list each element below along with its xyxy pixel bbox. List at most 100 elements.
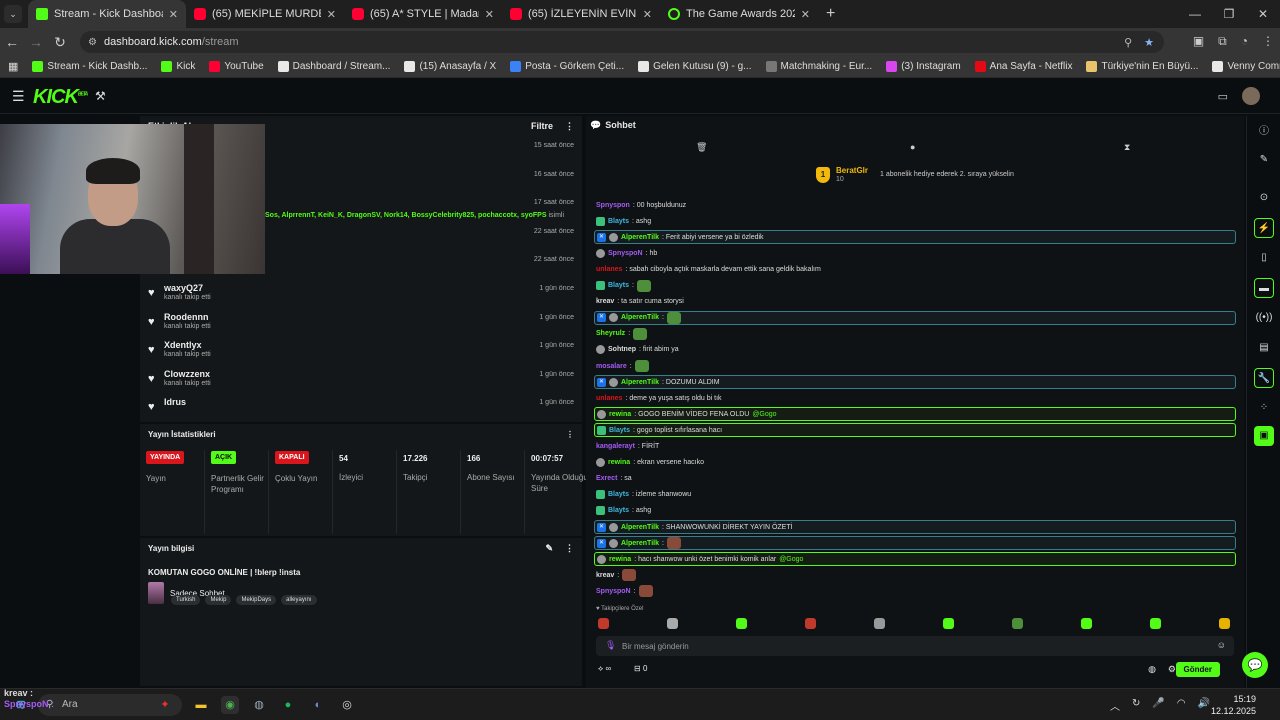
sync-icon[interactable]: ↻ — [1132, 698, 1140, 713]
browser-tab[interactable]: (65) MEKİPLE MURDER KOMİK / ✕ — [186, 0, 344, 28]
menu-icon[interactable]: ☰ — [12, 88, 25, 105]
chat-username[interactable]: AlperenTilk — [621, 540, 659, 547]
volume-icon[interactable]: 🔊 — [1198, 698, 1210, 713]
follower-emote-icon[interactable] — [1081, 618, 1092, 629]
chat-username[interactable]: Blayts — [608, 507, 629, 514]
chat-mention[interactable]: @Gogo — [752, 411, 776, 418]
follower-emote-icon[interactable] — [667, 618, 678, 629]
lightning-icon[interactable]: ⚡ — [1254, 218, 1274, 238]
settings-icon[interactable]: ⚙ — [1168, 664, 1176, 675]
discord-icon[interactable]: ◐ — [309, 696, 327, 714]
activity-username[interactable]: Roodennn — [164, 312, 209, 322]
url-field[interactable]: ⚙ dashboard.kick.com/stream ⚲ ★ — [80, 31, 1164, 53]
tag-chip[interactable]: MekipDays — [236, 595, 277, 605]
chat-username[interactable]: kreav — [596, 572, 614, 579]
extension-icon[interactable]: ▣ — [1193, 34, 1204, 49]
chat-username[interactable]: unlanes — [596, 266, 622, 273]
chat-username[interactable]: Blayts — [609, 427, 630, 434]
maximize-button[interactable]: ❐ — [1212, 0, 1246, 28]
send-button[interactable]: Gönder — [1175, 662, 1220, 677]
tag-chip[interactable]: alleyayını — [281, 595, 317, 605]
chat-input[interactable]: 🎙 Bir mesaj gönderin ☺ — [596, 636, 1234, 656]
chat-rail-icon[interactable]: ▬ — [1254, 278, 1274, 298]
hourglass-icon[interactable]: ⧗ — [1124, 142, 1130, 153]
nodes-icon[interactable]: ⁘ — [1254, 398, 1274, 418]
kick-logo[interactable]: KICKBETA — [33, 86, 88, 109]
chat-fab-button[interactable]: 💬 — [1242, 652, 1268, 678]
tab-close-icon[interactable]: ✕ — [169, 8, 178, 21]
tab-close-icon[interactable]: ✕ — [327, 8, 336, 21]
chat-username[interactable]: AlperenTilk — [621, 379, 659, 386]
activity-username[interactable]: Clowzzenx — [164, 369, 210, 379]
apps-grid-icon[interactable]: ▦ — [8, 60, 18, 73]
forward-button[interactable]: → — [24, 34, 48, 50]
chat-username[interactable]: Exrect — [596, 475, 617, 482]
back-button[interactable]: ← — [0, 34, 24, 50]
chat-username[interactable]: kangalerayt — [596, 443, 635, 450]
chat-username[interactable]: rewina — [609, 556, 631, 563]
bookmark-item[interactable]: (3) Instagram — [886, 61, 961, 72]
new-tab-button[interactable]: + — [826, 5, 835, 23]
chat-username[interactable]: SpnyspoN — [608, 250, 643, 257]
minimize-button[interactable]: — — [1178, 0, 1212, 28]
chat-username[interactable]: Blayts — [608, 491, 629, 498]
bookmark-item[interactable]: Ana Sayfa - Netflix — [974, 61, 1072, 72]
follower-emote-icon[interactable] — [1150, 618, 1161, 629]
layout-icon[interactable]: ▭ — [1218, 90, 1228, 103]
browser-tab[interactable]: Stream - Kick Dashboard ✕ — [28, 0, 186, 28]
chat-bubble-settings-icon[interactable]: ◍ — [1148, 664, 1156, 675]
chat-username[interactable]: Sheyrulz — [596, 330, 625, 337]
tab-close-icon[interactable]: ✕ — [643, 8, 652, 21]
browser-menu-icon[interactable]: ⋮ — [1262, 34, 1274, 49]
filter-button[interactable]: Filtre — [531, 121, 553, 132]
browser-tab[interactable]: (65) A* STYLE | Madara Olduk # ✕ — [344, 0, 502, 28]
bookmark-item[interactable]: Venny Community — [1212, 61, 1280, 72]
chat-username[interactable]: AlperenTilk — [621, 234, 659, 241]
chat-username[interactable]: Blayts — [608, 218, 629, 225]
activity-username[interactable]: waxyQ27 — [164, 283, 203, 293]
chat-username[interactable]: SpnyspoN — [596, 588, 631, 595]
profile-icon[interactable]: ◔ — [1241, 34, 1248, 49]
game-icon[interactable]: ✦ — [156, 696, 174, 714]
phone-icon[interactable]: ▯ — [1254, 248, 1274, 268]
bookmark-star-icon[interactable]: ★ — [1144, 36, 1154, 49]
store-icon[interactable]: ▤ — [1254, 338, 1274, 358]
follower-emote-icon[interactable] — [1219, 618, 1230, 629]
bookmark-item[interactable]: Matchmaking - Eur... — [765, 61, 872, 72]
clock[interactable]: 15:19 12.12.2025 — [1211, 693, 1256, 717]
wifi-icon[interactable]: ◠ — [1177, 698, 1186, 713]
follower-emote-icon[interactable] — [1012, 618, 1023, 629]
activity-more-icon[interactable]: ⋮ — [565, 121, 574, 132]
tag-chip[interactable]: Turkish — [171, 595, 201, 605]
edit-icon[interactable]: ✎ — [545, 543, 553, 554]
activity-username[interactable]: Idrus — [164, 397, 186, 407]
tab-close-icon[interactable]: ✕ — [801, 8, 810, 21]
steam-icon[interactable]: ◍ — [250, 696, 268, 714]
tray-chevron-icon[interactable]: ︿ — [1110, 698, 1120, 713]
tag-chip[interactable]: Mekip — [205, 595, 232, 605]
bookmark-item[interactable]: Türkiye'nin En Büyü... — [1086, 61, 1198, 72]
pencil-icon[interactable]: ✎ — [1254, 150, 1274, 170]
browser-tab[interactable]: (65) İZLEYENİN EVİNE DÖŞEYEN ✕ — [502, 0, 660, 28]
mic-icon[interactable]: 🎙 — [605, 640, 616, 651]
emoji-icon[interactable]: ☺ — [1217, 640, 1226, 650]
tab-close-icon[interactable]: ✕ — [485, 8, 494, 21]
pinned-user[interactable]: BeratGlr — [836, 166, 868, 176]
bookmark-item[interactable]: Stream - Kick Dashb... — [32, 61, 147, 72]
chat-username[interactable]: rewina — [608, 459, 630, 466]
activity-username[interactable]: Xdentlyx — [164, 340, 202, 350]
reload-button[interactable]: ↻ — [48, 34, 72, 51]
chat-username[interactable]: kreav — [596, 298, 614, 305]
chat-username[interactable]: Sohtnep — [608, 346, 636, 353]
microphone-icon[interactable]: 🎤 — [1152, 698, 1164, 713]
spotify-icon[interactable]: ● — [279, 696, 297, 714]
follower-emote-icon[interactable] — [598, 618, 609, 629]
follower-emote-icon[interactable] — [874, 618, 885, 629]
folder-icon[interactable]: ▬ — [192, 696, 210, 714]
bookmark-item[interactable]: Posta - Görkem Çeti... — [510, 61, 624, 72]
chat-username[interactable]: AlperenTilk — [621, 314, 659, 321]
chat-username[interactable]: AlperenTilk — [621, 524, 659, 531]
bookmark-item[interactable]: Gelen Kutusu (9) - g... — [638, 61, 752, 72]
bookmark-item[interactable]: (15) Anasayfa / X — [404, 61, 496, 72]
follower-emote-icon[interactable] — [943, 618, 954, 629]
